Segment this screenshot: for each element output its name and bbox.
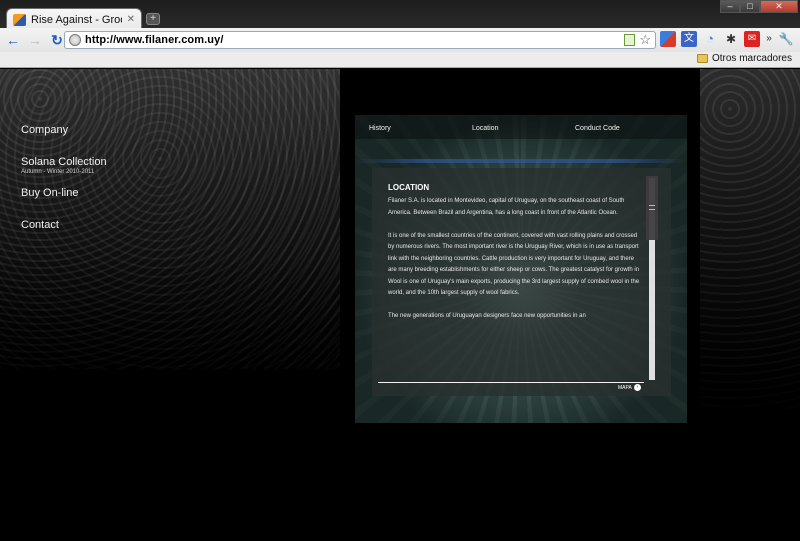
- bug-icon[interactable]: ✱: [723, 31, 739, 47]
- other-bookmarks-label: Otros marcadores: [711, 53, 792, 64]
- nav-company[interactable]: Company: [21, 124, 68, 136]
- browser-tab[interactable]: Rise Against - Grooveshark ✕: [6, 8, 142, 30]
- new-tab-button[interactable]: +: [146, 13, 160, 25]
- chevron-right-icon[interactable]: »: [765, 31, 773, 47]
- wrench-icon[interactable]: 🔧: [778, 31, 794, 47]
- lace-fade-right: [700, 69, 800, 541]
- tab-history[interactable]: History: [369, 125, 391, 132]
- map-arrow-icon: ›: [633, 384, 641, 391]
- browser-titlebar: Rise Against - Grooveshark ✕ + – □ ✕: [0, 0, 800, 30]
- nav-solana-subtitle: Autumn - Winter 2010-2011: [21, 169, 95, 175]
- gmail-icon[interactable]: ✉: [744, 31, 760, 47]
- tab-title: Rise Against - Grooveshark: [31, 13, 122, 26]
- maximize-button[interactable]: □: [740, 0, 760, 13]
- window-controls: – □ ✕: [720, 0, 798, 13]
- extension-1-icon[interactable]: [660, 31, 676, 47]
- web-page: Company Solana Collection Autumn - Winte…: [0, 69, 800, 541]
- bookmarks-bar: Otros marcadores: [0, 52, 800, 68]
- page-action-icon[interactable]: [624, 34, 636, 46]
- panel-decor-stripe: [355, 159, 687, 163]
- location-panel: History Location Conduct Code LOCATION F…: [355, 115, 687, 423]
- map-link[interactable]: MAPA ›: [618, 384, 641, 391]
- divider: [378, 382, 644, 383]
- grooveshark-favicon-icon: [13, 13, 26, 26]
- scrollbar-grip-icon: [649, 205, 655, 210]
- other-bookmarks[interactable]: Otros marcadores: [696, 53, 792, 64]
- close-window-button[interactable]: ✕: [760, 0, 798, 13]
- address-bar[interactable]: http://www.filaner.com.uy/ ☆: [64, 31, 656, 49]
- star-icon[interactable]: ☆: [639, 33, 651, 47]
- map-link-label: MAPA: [618, 384, 632, 391]
- nav-buy-online[interactable]: Buy On-line: [21, 187, 78, 199]
- folder-icon: [696, 54, 708, 63]
- location-content-box: LOCATION Filaner S.A. is located in Mont…: [372, 168, 671, 396]
- translate-icon[interactable]: 文: [681, 31, 697, 47]
- forward-icon[interactable]: →: [26, 31, 44, 49]
- signal-icon[interactable]: ◔: [702, 31, 718, 47]
- content-title: LOCATION: [388, 183, 430, 192]
- tab-conduct-code[interactable]: Conduct Code: [575, 125, 620, 132]
- nav-solana-collection[interactable]: Solana Collection: [21, 156, 107, 168]
- back-icon[interactable]: ←: [4, 31, 22, 49]
- content-paragraph: Filaner S.A. is located in Montevideo, c…: [388, 198, 625, 216]
- extension-icons: 文 ◔ ✱ ✉ » 🔧: [660, 31, 794, 47]
- minimize-button[interactable]: –: [720, 0, 740, 13]
- globe-icon: [69, 34, 81, 46]
- lace-fade-left: [0, 69, 340, 541]
- nav-contact[interactable]: Contact: [21, 219, 59, 231]
- tab-location[interactable]: Location: [472, 125, 498, 132]
- url-text[interactable]: http://www.filaner.com.uy/: [85, 34, 624, 46]
- content-text: Filaner S.A. is located in Montevideo, c…: [388, 196, 643, 387]
- panel-tabs: History Location Conduct Code: [355, 115, 687, 139]
- browser-toolbar: ← → ↻ http://www.filaner.com.uy/ ☆ 文 ◔ ✱…: [0, 28, 800, 52]
- tab-close-icon[interactable]: ✕: [127, 14, 135, 25]
- content-paragraph: The new generations of Uruguayan designe…: [388, 313, 586, 319]
- content-paragraph: It is one of the smallest countries of t…: [388, 232, 640, 297]
